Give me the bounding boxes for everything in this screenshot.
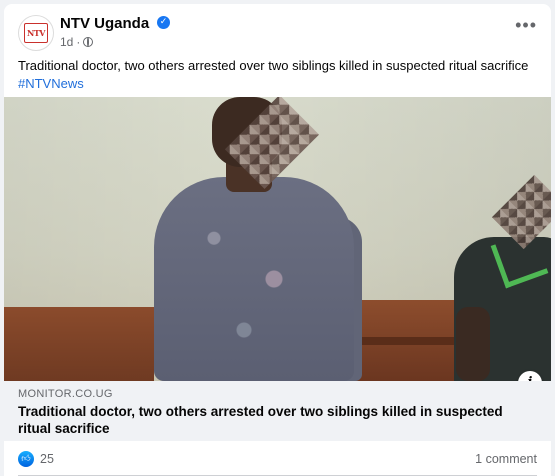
reaction-count: 25 bbox=[40, 452, 54, 466]
reaction-summary[interactable]: 👍︎ 25 bbox=[18, 451, 54, 467]
ntv-logo: NTV bbox=[24, 23, 48, 43]
more-options-icon[interactable]: ••• bbox=[515, 16, 537, 34]
meta-separator: · bbox=[76, 35, 81, 49]
image-bench-bar bbox=[344, 337, 464, 345]
like-icon: 👍︎ bbox=[18, 451, 34, 467]
link-preview[interactable]: MONITOR.CO.UG Traditional doctor, two ot… bbox=[4, 381, 551, 441]
post-footer: 👍︎ 25 1 comment bbox=[4, 441, 551, 476]
hashtag-link[interactable]: #NTVNews bbox=[18, 75, 538, 93]
link-title[interactable]: Traditional doctor, two others arrested … bbox=[18, 403, 523, 437]
avatar[interactable]: NTV bbox=[18, 15, 54, 51]
post-text: Traditional doctor, two others arrested … bbox=[18, 57, 538, 93]
post-card: NTV NTV Uganda ✓ 1d · ••• Traditional do… bbox=[4, 4, 551, 476]
verified-badge-icon: ✓ bbox=[157, 16, 170, 29]
post-image[interactable] bbox=[4, 97, 551, 381]
image-person-man-arm bbox=[456, 307, 490, 381]
post-timestamp[interactable]: 1d bbox=[60, 35, 73, 49]
post-meta: 1d · bbox=[60, 35, 94, 49]
post-message: Traditional doctor, two others arrested … bbox=[18, 58, 529, 73]
image-bench-left bbox=[4, 307, 154, 381]
post-header: NTV NTV Uganda ✓ 1d · ••• bbox=[4, 4, 551, 52]
comment-count-link[interactable]: 1 comment bbox=[475, 452, 537, 466]
image-person-woman bbox=[154, 177, 354, 381]
globe-icon bbox=[83, 37, 94, 47]
page-name-link[interactable]: NTV Uganda bbox=[60, 15, 149, 32]
link-domain: MONITOR.CO.UG bbox=[18, 388, 113, 400]
